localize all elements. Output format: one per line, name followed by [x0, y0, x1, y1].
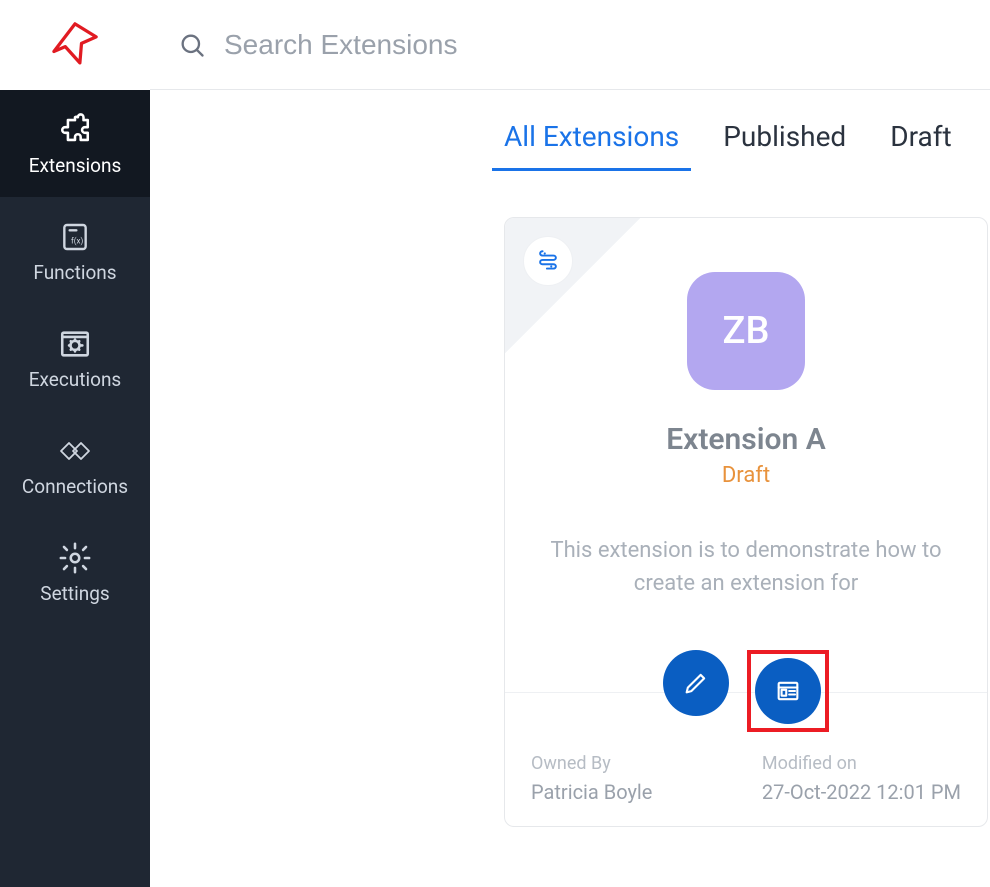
avatar: ZB [687, 272, 805, 390]
function-icon: f(x) [4, 219, 146, 255]
svg-text:f(x): f(x) [71, 237, 83, 246]
search-bar [150, 0, 990, 90]
extension-name: Extension A [666, 422, 826, 457]
logo-icon [49, 19, 101, 71]
app-root: Extensions f(x) Functions [0, 0, 990, 887]
connections-icon [4, 433, 146, 469]
tab-all-extensions[interactable]: All Extensions [504, 114, 679, 169]
card-row: ZB Extension A Draft This extension is t… [174, 217, 966, 827]
owned-by-label: Owned By [531, 753, 652, 774]
tab-draft[interactable]: Draft [890, 114, 951, 169]
card-corner [505, 218, 640, 353]
tab-published[interactable]: Published [723, 114, 846, 169]
status-badge: Draft [722, 463, 770, 488]
sidebar-item-label: Settings [4, 582, 146, 605]
sidebar-item-label: Functions [4, 261, 146, 284]
modified-value: 27-Oct-2022 12:01 PM [762, 780, 961, 804]
puzzle-icon [4, 112, 146, 148]
pencil-icon [682, 669, 710, 697]
search-input[interactable] [224, 29, 962, 61]
window-icon [774, 677, 802, 705]
sidebar-item-connections[interactable]: Connections [0, 411, 150, 518]
card-actions [505, 650, 987, 742]
gear-icon [4, 540, 146, 576]
sidebar-item-executions[interactable]: Executions [0, 304, 150, 411]
sidebar-item-functions[interactable]: f(x) Functions [0, 197, 150, 304]
sidebar: Extensions f(x) Functions [0, 0, 150, 887]
logo[interactable] [0, 0, 150, 90]
highlight-box [747, 650, 829, 732]
sidebar-item-extensions[interactable]: Extensions [0, 90, 150, 197]
modified-label: Modified on [762, 753, 961, 774]
sidebar-item-settings[interactable]: Settings [0, 518, 150, 625]
extension-description: This extension is to demonstrate how to … [505, 534, 987, 600]
main: All Extensions Published Draft Z [150, 0, 990, 887]
extension-card[interactable]: ZB Extension A Draft This extension is t… [504, 217, 988, 827]
modified-col: Modified on 27-Oct-2022 12:01 PM [762, 753, 961, 804]
owned-by-value: Patricia Boyle [531, 780, 652, 804]
edit-button[interactable] [663, 650, 729, 716]
sidebar-item-label: Extensions [4, 154, 146, 177]
tabs: All Extensions Published Draft [174, 114, 966, 169]
extension-type-icon [523, 236, 573, 286]
search-icon [178, 31, 206, 59]
owned-by-col: Owned By Patricia Boyle [531, 753, 652, 804]
publish-button[interactable] [755, 658, 821, 724]
content: All Extensions Published Draft Z [150, 90, 990, 887]
sidebar-item-label: Connections [4, 475, 146, 498]
sidebar-item-label: Executions [4, 368, 146, 391]
executions-icon [4, 326, 146, 362]
